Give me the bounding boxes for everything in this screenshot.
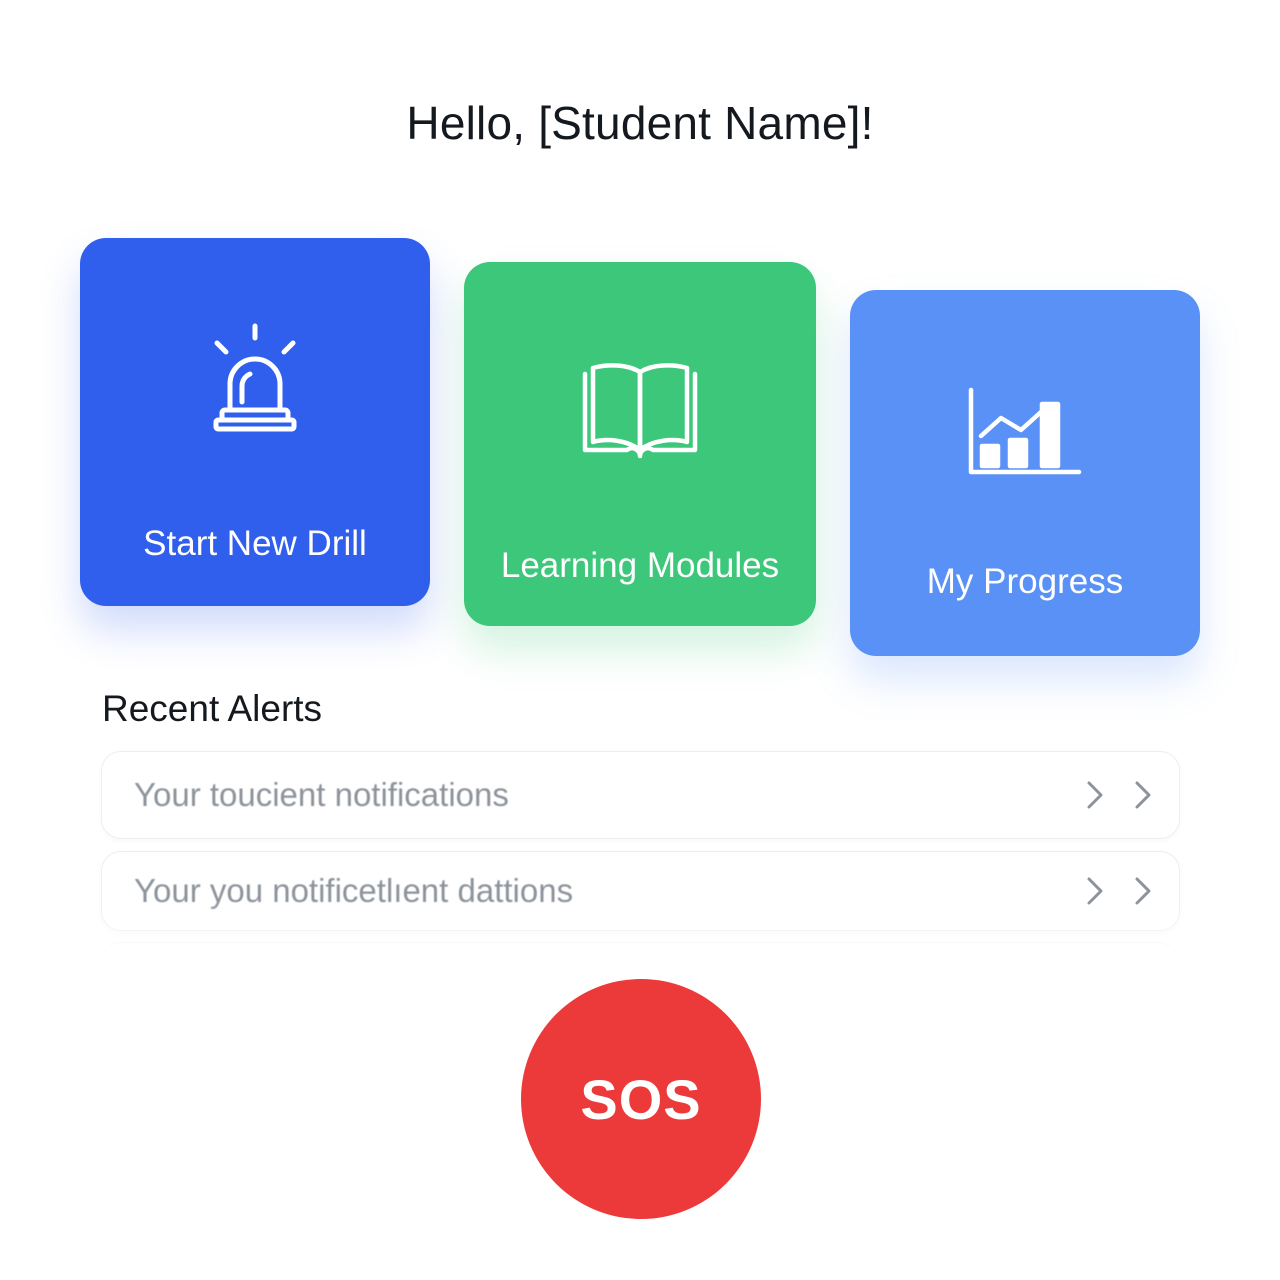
alert-item-faded [101, 942, 1178, 983]
alert-item[interactable]: Your toucient notifications [101, 751, 1180, 839]
siren-icon [213, 323, 297, 432]
start-new-drill-card[interactable]: Start New Drill [80, 238, 430, 606]
learning-modules-label: Learning Modules [500, 546, 780, 585]
home-screen: Hello, [Student Name]! Start New Drill L… [0, 0, 1280, 1280]
alert-item[interactable]: Your you notificetlıent dattions [101, 851, 1180, 931]
chevron-right-icon [1135, 781, 1151, 809]
my-progress-label: My Progress [926, 562, 1124, 601]
bar-chart-icon [968, 387, 1082, 475]
chevron-right-icon [1087, 877, 1103, 905]
chevron-right-icon [1087, 781, 1103, 809]
greeting-title: Hello, [Student Name]! [406, 97, 874, 149]
chevron-right-icon [1135, 877, 1151, 905]
alert-item-text: Your you notificetlıent dattions [134, 872, 574, 909]
open-book-icon [582, 363, 698, 459]
start-new-drill-label: Start New Drill [143, 524, 367, 563]
my-progress-card[interactable]: My Progress [850, 290, 1200, 656]
learning-modules-card[interactable]: Learning Modules [464, 262, 816, 626]
alert-item-text: Your toucient notifications [134, 776, 509, 813]
recent-alerts-title: Recent Alerts [102, 688, 323, 729]
sos-button[interactable]: SOS [521, 979, 761, 1219]
